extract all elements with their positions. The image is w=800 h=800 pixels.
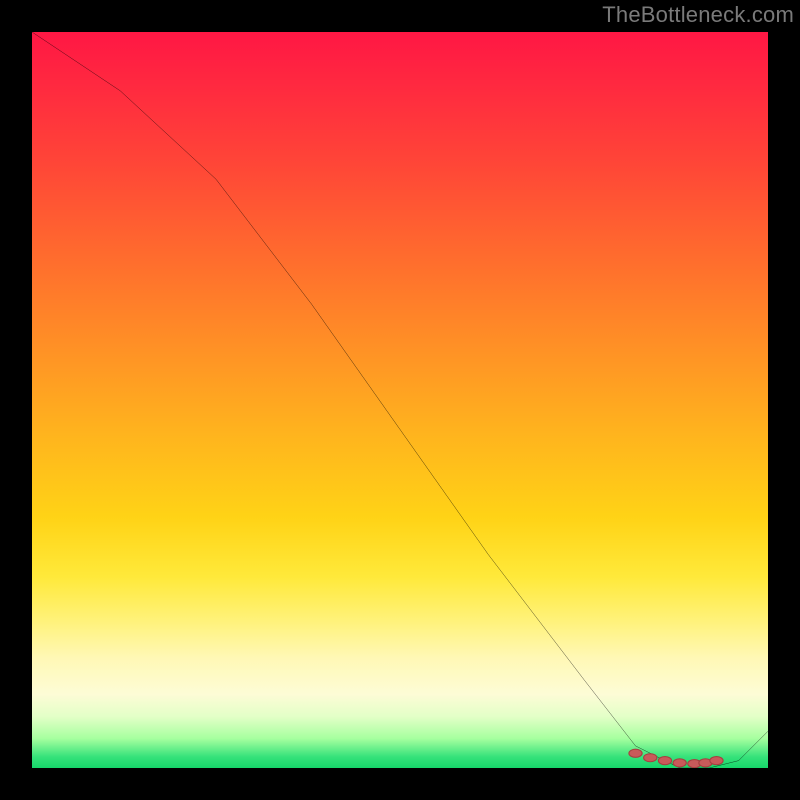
data-marker [673, 759, 686, 767]
data-marker [710, 757, 723, 765]
bottleneck-curve [32, 32, 768, 768]
marker-layer [629, 749, 723, 767]
data-marker [644, 754, 657, 762]
data-marker [658, 757, 671, 765]
curve-layer [32, 32, 768, 768]
watermark-text: TheBottleneck.com [602, 2, 794, 28]
chart-frame: TheBottleneck.com [0, 0, 800, 800]
chart-svg [32, 32, 768, 768]
plot-area [32, 32, 768, 768]
data-marker [629, 749, 642, 757]
